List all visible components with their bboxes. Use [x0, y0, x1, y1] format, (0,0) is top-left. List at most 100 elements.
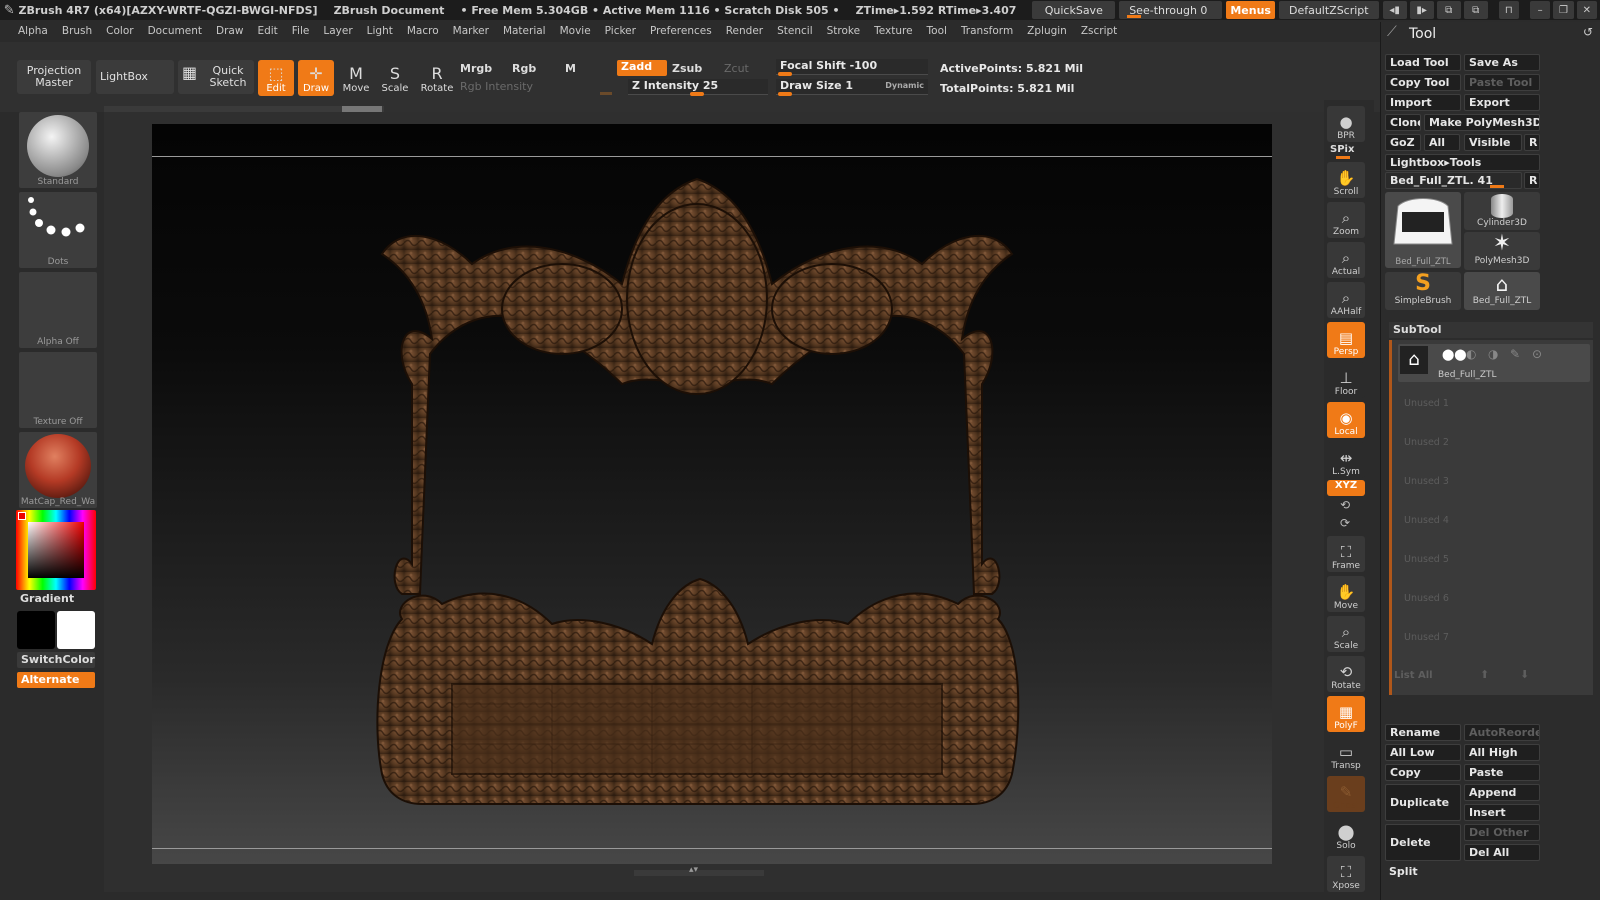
canvas-scroll-thumb[interactable] — [342, 106, 382, 112]
split-button[interactable]: Split — [1385, 864, 1461, 881]
layout-icon[interactable]: ⧉ — [1436, 1, 1461, 19]
alpha-selector[interactable]: Alpha Off — [19, 272, 97, 348]
all-low-button[interactable]: All Low — [1385, 744, 1461, 761]
append-button[interactable]: Append — [1464, 784, 1540, 801]
subtool-header[interactable]: SubTool — [1389, 322, 1593, 338]
make-polymesh3d-button[interactable]: Make PolyMesh3D — [1424, 114, 1540, 131]
gradient-label[interactable]: Gradient — [20, 592, 74, 605]
focal-shift-knob[interactable] — [778, 72, 792, 76]
m-button[interactable]: M — [565, 62, 576, 75]
del-other-button[interactable]: Del Other — [1464, 824, 1540, 841]
menu-brush[interactable]: Brush — [62, 25, 92, 37]
floor-button[interactable]: ⊥ Floor — [1327, 362, 1365, 398]
clone-button[interactable]: Clone — [1385, 114, 1421, 131]
move-up-icon[interactable]: ⬆ — [1480, 668, 1489, 681]
menu-color[interactable]: Color — [106, 25, 133, 37]
subtool-item-active[interactable]: ⌂ ⬤⬤ ◐ ◑ ✎ ⊙ Bed_Full_ZTL — [1398, 344, 1590, 382]
lock-icon[interactable]: ⊓ — [1498, 1, 1519, 19]
canvas-area[interactable]: ▴▾ — [104, 106, 1324, 892]
rgb-intensity-slider[interactable]: Rgb Intensity — [460, 80, 533, 93]
restore-icon[interactable]: ❐ — [1553, 1, 1574, 19]
aahalf-button[interactable]: ⌕ AAHalf — [1327, 282, 1365, 318]
paste-tool-button[interactable]: Paste Tool — [1464, 74, 1540, 91]
visibility-toggle-icon[interactable]: ⬤⬤ — [1442, 348, 1467, 361]
scroll-right-icon[interactable]: ▮▸ — [1409, 1, 1434, 19]
move-down-icon[interactable]: ⬇ — [1520, 668, 1529, 681]
brush-selector[interactable]: Standard — [19, 112, 97, 188]
move-view-button[interactable]: ✋ Move — [1327, 576, 1365, 612]
minimize-icon[interactable]: – — [1530, 1, 1551, 19]
spix-knob[interactable] — [1336, 156, 1350, 159]
z-intensity-slider[interactable]: Z Intensity 25 — [628, 79, 768, 96]
all-high-button[interactable]: All High — [1464, 744, 1540, 761]
goz-r-button[interactable]: R — [1524, 134, 1540, 151]
pin-icon[interactable]: ⟋ — [1387, 24, 1397, 40]
z-intensity-knob[interactable] — [690, 92, 704, 96]
current-tool-knob[interactable] — [1490, 185, 1504, 188]
menu-zplugin[interactable]: Zplugin — [1027, 25, 1067, 37]
subtool-slot-3[interactable]: Unused 3 — [1404, 476, 1449, 487]
collapse-arrow-icon[interactable]: ▴▾ — [689, 865, 698, 875]
draw-size-knob[interactable] — [778, 92, 792, 96]
subtool-slot-6[interactable]: Unused 6 — [1404, 593, 1449, 604]
tool-r-button[interactable]: R — [1524, 172, 1540, 189]
dynamic-toggle[interactable]: Dynamic — [885, 81, 924, 90]
document-viewport[interactable] — [152, 124, 1272, 864]
ghost-button[interactable]: ✎ Ghost — [1327, 776, 1365, 812]
see-through-slider[interactable]: See-through 0 — [1119, 1, 1223, 19]
local-button[interactable]: ◉ Local — [1327, 402, 1365, 438]
zadd-button[interactable]: Zadd — [617, 60, 667, 76]
menu-tool[interactable]: Tool — [927, 25, 947, 37]
current-tool-slider[interactable]: Bed_Full_ZTL. 41 — [1385, 172, 1522, 189]
rgb-button[interactable]: Rgb — [512, 62, 536, 75]
color-picker[interactable] — [16, 510, 96, 590]
tool-tile-polymesh3d[interactable]: ✶ PolyMesh3D — [1464, 232, 1540, 270]
menu-picker[interactable]: Picker — [605, 25, 636, 37]
rotate-z-icon[interactable]: ⟳ — [1340, 516, 1350, 530]
xyz-rotate-button[interactable]: XYZ — [1327, 480, 1365, 496]
default-zscript-button[interactable]: DefaultZScript — [1278, 1, 1379, 19]
rotate-y-icon[interactable]: ⟲ — [1340, 498, 1350, 512]
scale-mode-button[interactable]: S Scale — [377, 60, 413, 96]
import-button[interactable]: Import — [1385, 94, 1461, 111]
subtool-slot-5[interactable]: Unused 5 — [1404, 554, 1449, 565]
quick-sketch-button[interactable]: ▦ Quick Sketch — [178, 60, 254, 94]
menu-draw[interactable]: Draw — [216, 25, 243, 37]
main-color-swatch[interactable] — [57, 611, 95, 649]
zcut-button[interactable]: Zcut — [724, 62, 749, 75]
tool-palette-header[interactable]: ⟋ Tool ↺ — [1381, 22, 1600, 46]
lightbox-tools-button[interactable]: Lightbox▸Tools — [1385, 154, 1540, 171]
subtool-slot-7[interactable]: Unused 7 — [1404, 632, 1449, 643]
solo-button[interactable]: ⬤ Solo — [1327, 816, 1365, 852]
actual-button[interactable]: ⌕ Actual — [1327, 242, 1365, 278]
copy-subtool-button[interactable]: Copy — [1385, 764, 1461, 781]
menu-alpha[interactable]: Alpha — [18, 25, 48, 37]
spix-slider[interactable]: SPix — [1330, 144, 1354, 155]
tool-tile-bed-full-ztl[interactable]: Bed_Full_ZTL — [1385, 192, 1461, 268]
draw-size-slider[interactable]: Draw Size 1 Dynamic — [776, 79, 928, 96]
material-toggle-icon[interactable]: ◑ — [1488, 347, 1498, 361]
duplicate-button[interactable]: Duplicate — [1385, 784, 1461, 821]
menu-stencil[interactable]: Stencil — [777, 25, 813, 37]
quicksave-button[interactable]: QuickSave — [1032, 1, 1116, 19]
menu-macro[interactable]: Macro — [407, 25, 439, 37]
draw-mode-button[interactable]: ✛ Draw — [298, 60, 334, 96]
alternate-button[interactable]: Alternate — [17, 672, 95, 688]
insert-button[interactable]: Insert — [1464, 804, 1540, 821]
menu-light[interactable]: Light — [367, 25, 393, 37]
frame-button[interactable]: ⛶ Frame — [1327, 536, 1365, 572]
goz-all-button[interactable]: All — [1424, 134, 1460, 151]
subtool-slot-1[interactable]: Unused 1 — [1404, 398, 1449, 409]
scroll-button[interactable]: ✋ Scroll — [1327, 162, 1365, 198]
brush-toggle-icon[interactable]: ✎ — [1510, 347, 1520, 361]
eye-toggle-icon[interactable]: ⊙ — [1532, 347, 1542, 361]
persp-button[interactable]: ▤ Persp — [1327, 322, 1365, 358]
projection-master-button[interactable]: Projection Master — [17, 60, 91, 94]
save-as-button[interactable]: Save As — [1464, 54, 1540, 71]
subtool-slot-4[interactable]: Unused 4 — [1404, 515, 1449, 526]
tool-tile-cylinder3d[interactable]: Cylinder3D — [1464, 192, 1540, 230]
polypaint-icon[interactable]: ◐ — [1466, 347, 1476, 361]
autoreorder-button[interactable]: AutoReorder — [1464, 724, 1540, 741]
menu-edit[interactable]: Edit — [257, 25, 277, 37]
menu-zscript[interactable]: Zscript — [1081, 25, 1117, 37]
